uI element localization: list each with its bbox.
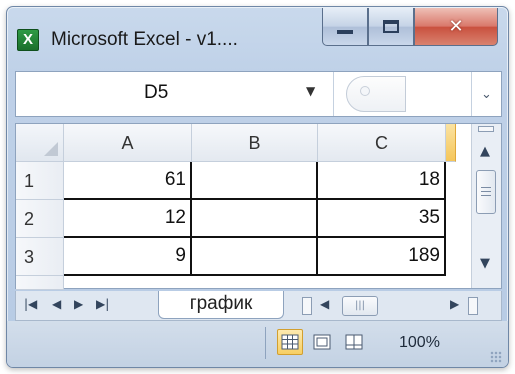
minimize-icon [337, 29, 353, 34]
cell-c2[interactable]: 35 [318, 200, 446, 238]
worksheet-grid: A B C 1 2 3 61 18 12 35 9 189 ▲ ▼ [15, 123, 502, 290]
vertical-scrollbar[interactable]: ▲ ▼ [471, 124, 501, 288]
minimize-button[interactable] [322, 8, 368, 46]
split-box[interactable] [478, 126, 494, 132]
caption-buttons: ✕ [322, 8, 498, 46]
maximize-button[interactable] [368, 8, 414, 46]
chevron-down-icon[interactable]: ▼ [306, 84, 315, 98]
column-header-c[interactable]: C [318, 124, 446, 162]
column-header-a[interactable]: A [64, 124, 192, 162]
cell-c3[interactable]: 189 [318, 238, 446, 276]
page-break-icon [345, 334, 363, 350]
formula-knob-icon [360, 86, 370, 96]
sheet-tab-grafik[interactable]: график [158, 291, 284, 319]
last-sheet-icon[interactable]: ▶| [96, 297, 109, 311]
sheet-tab-bar: |◀ ◀ ▶ ▶| график ◀ ||| ▶ [15, 291, 502, 321]
zoom-level[interactable]: 100% [399, 334, 440, 352]
status-bar: 100% [7, 321, 508, 367]
formula-bar: D5 ▼ ⌄ [15, 71, 502, 117]
column-header-d[interactable] [446, 124, 456, 162]
cell-a3[interactable]: 9 [64, 238, 192, 276]
vertical-scroll-thumb[interactable] [476, 170, 496, 214]
window-title: Microsoft Excel - v1.... [51, 29, 238, 50]
page-layout-view-button[interactable] [309, 329, 335, 355]
normal-view-button[interactable] [277, 329, 303, 355]
close-button[interactable]: ✕ [414, 8, 498, 46]
horizontal-scroll-thumb[interactable]: ||| [342, 296, 378, 316]
grip-line [481, 187, 491, 188]
excel-app-icon[interactable]: X [17, 29, 39, 51]
normal-view-icon [281, 334, 299, 350]
close-icon: ✕ [448, 16, 464, 37]
next-sheet-icon[interactable]: ▶ [74, 297, 83, 311]
cell-b1[interactable] [192, 162, 318, 200]
row-header-3[interactable]: 3 [16, 238, 64, 276]
column-header-b[interactable]: B [192, 124, 318, 162]
resize-grip-icon[interactable] [490, 351, 502, 363]
excel-window: X Microsoft Excel - v1.... ✕ D5 ▼ ⌄ A B … [6, 6, 509, 368]
cell-b3[interactable] [192, 238, 318, 276]
status-divider [265, 327, 266, 359]
grip-line [481, 195, 491, 196]
select-all-icon [44, 142, 58, 156]
cell-a1[interactable]: 61 [64, 162, 192, 200]
row-header-4[interactable] [16, 276, 64, 290]
formula-input[interactable] [346, 76, 406, 112]
scroll-left-icon[interactable]: ◀ [320, 297, 329, 311]
expand-formula-bar-button[interactable]: ⌄ [471, 72, 501, 116]
horizontal-scroll-end[interactable] [468, 297, 478, 315]
cell-b2[interactable] [192, 200, 318, 238]
row-header-2[interactable]: 2 [16, 200, 64, 238]
scroll-right-icon[interactable]: ▶ [450, 297, 459, 311]
select-all-button[interactable] [16, 124, 64, 162]
scroll-down-icon[interactable]: ▼ [480, 256, 490, 271]
prev-sheet-icon[interactable]: ◀ [52, 297, 61, 311]
cell-c1[interactable]: 18 [318, 162, 446, 200]
title-bar[interactable]: X Microsoft Excel - v1.... ✕ [7, 7, 508, 63]
tab-split-handle[interactable] [302, 297, 312, 315]
grip-line [481, 191, 491, 192]
page-break-view-button[interactable] [341, 329, 367, 355]
chevron-down-icon: ⌄ [481, 86, 492, 102]
maximize-icon [383, 20, 399, 33]
cell-a2[interactable]: 12 [64, 200, 192, 238]
name-box[interactable]: D5 ▼ [16, 72, 334, 116]
row-header-1[interactable]: 1 [16, 162, 64, 200]
name-box-value: D5 [144, 82, 169, 103]
first-sheet-icon[interactable]: |◀ [24, 297, 37, 311]
scroll-up-icon[interactable]: ▲ [480, 144, 490, 159]
page-layout-icon [313, 334, 331, 350]
